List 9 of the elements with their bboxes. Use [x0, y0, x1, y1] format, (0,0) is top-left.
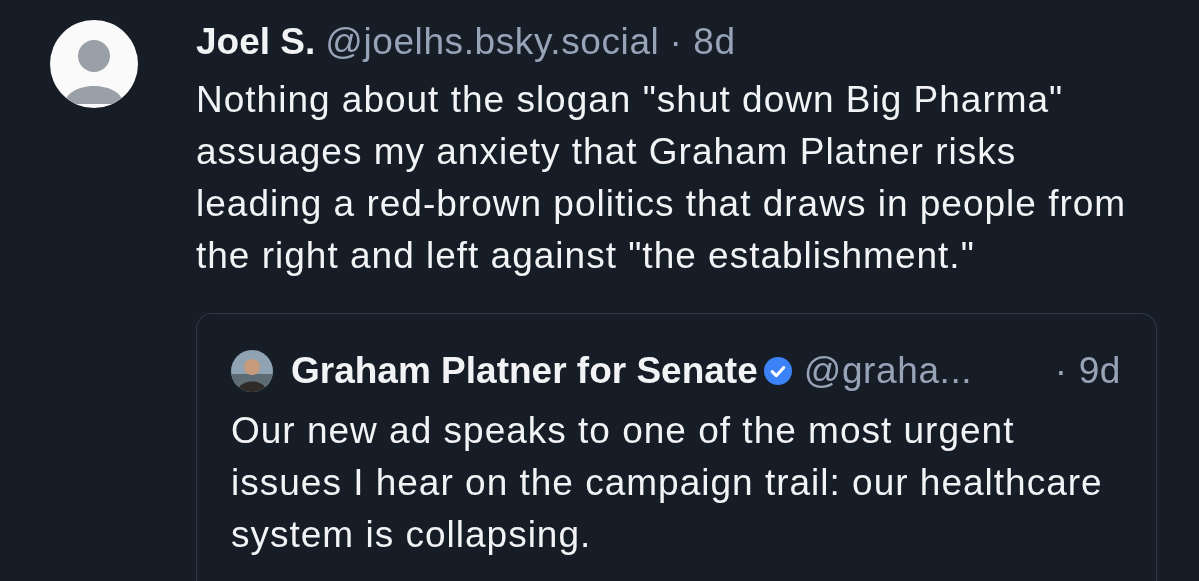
author-name: Joel S. [196, 20, 316, 64]
author-handle: @joelhs.bsky.social [325, 20, 660, 64]
quoted-post-text: Our new ad speaks to one of the most urgent issues I hear on the campaign trail: our healthcare system is collapsing. [231, 409, 1104, 557]
quoted-author-name: Graham Platner for Senate [291, 349, 758, 393]
quoted-post-time: · 9d [1054, 349, 1121, 393]
post-time: · 8d [669, 20, 736, 64]
quoted-post-card[interactable]: Graham Platner for Senate @graha... · 9d Our new ad speaks to one of the most urgent issues I hear on the campaign trail: our healthcare system is collapsing. [196, 313, 1157, 581]
quoted-author-handle: @graha... [803, 349, 973, 393]
post-text: Nothing about the slogan "shut down Big Pharma" assuages my anxiety that Graham Platner risks leading a red-brown politics that draws in people from the right and left against "the establishment." [196, 78, 1128, 278]
